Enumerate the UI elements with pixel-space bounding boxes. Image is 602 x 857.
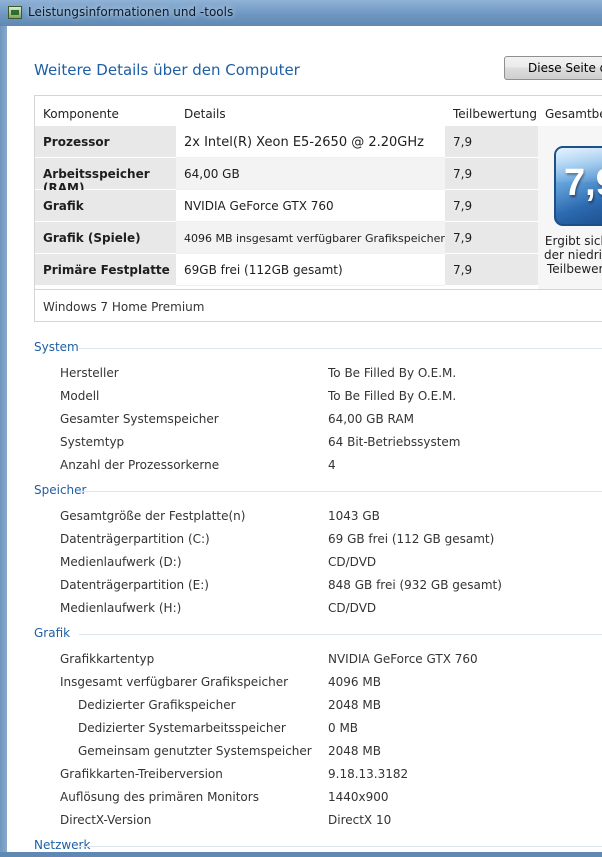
performance-app-icon bbox=[8, 6, 22, 19]
rating-table: Komponente Details Teilbewertung Gesamtb… bbox=[34, 95, 602, 322]
storage-partition-e-label: Datenträgerpartition (E:) bbox=[60, 578, 209, 592]
graphics-shared-memory-label: Gemeinsam genutzter Systemspeicher bbox=[78, 744, 312, 758]
section-system-title: System bbox=[34, 340, 602, 354]
storage-drive-h-label: Medienlaufwerk (H:) bbox=[60, 601, 182, 615]
graphics-driver-version-value: 9.18.13.3182 bbox=[328, 767, 409, 781]
section-network-title: Netzwerk bbox=[34, 838, 602, 852]
graphics-total-memory-label: Insgesamt verfügbarer Grafikspeicher bbox=[60, 675, 289, 689]
base-score-caption-line: Teilbewertung bbox=[546, 262, 602, 276]
storage-drive-h-value: CD/DVD bbox=[328, 601, 377, 615]
component-score: 7,9 bbox=[445, 158, 538, 190]
component-name: Prozessor bbox=[35, 126, 176, 158]
graphics-dedicated-system-memory-value: 0 MB bbox=[328, 721, 359, 735]
base-score-badge: 7,9 bbox=[554, 146, 602, 226]
system-manufacturer-label: Hersteller bbox=[60, 366, 119, 380]
system-memory-label: Gesamter Systemspeicher bbox=[60, 412, 219, 426]
os-edition: Windows 7 Home Premium bbox=[35, 289, 602, 322]
graphics-directx-value: DirectX 10 bbox=[328, 813, 392, 827]
storage-total-label: Gesamtgröße der Festplatte(n) bbox=[60, 509, 246, 523]
rating-row-gaming-graphics: Grafik (Spiele) 4096 MB insgesamt verfüg… bbox=[35, 222, 538, 254]
system-cores-label: Anzahl der Prozessorkerne bbox=[60, 458, 220, 472]
badge-shine bbox=[556, 148, 602, 183]
column-header-basescore: Gesamtbewertung bbox=[545, 107, 602, 121]
component-details: 4096 MB insgesamt verfügbarer Grafikspei… bbox=[176, 222, 445, 254]
graphics-shared-memory-value: 2048 MB bbox=[328, 744, 381, 758]
graphics-driver-version-label: Grafikkarten-Treiberversion bbox=[60, 767, 223, 781]
rating-row-memory: Arbeitsspeicher (RAM) 64,00 GB 7,9 bbox=[35, 158, 538, 195]
print-page-button[interactable]: Diese Seite drucken bbox=[504, 56, 602, 80]
storage-partition-c-label: Datenträgerpartition (C:) bbox=[60, 532, 210, 546]
window-title: Leistungsinformationen und -tools bbox=[28, 5, 234, 19]
component-details: NVIDIA GeForce GTX 760 bbox=[176, 190, 445, 222]
column-header-subscore: Teilbewertung bbox=[453, 107, 538, 121]
storage-drive-d-label: Medienlaufwerk (D:) bbox=[60, 555, 182, 569]
system-type-value: 64 Bit-Betriebssystem bbox=[328, 435, 461, 449]
component-name: Grafik bbox=[35, 190, 176, 222]
content-pane: Weitere Details über den Computer Diese … bbox=[7, 26, 602, 852]
window-frame-bottom bbox=[0, 852, 602, 857]
rating-row-processor: Prozessor 2x Intel(R) Xeon E5-2650 @ 2.2… bbox=[35, 126, 538, 158]
rating-row-hard-disk: Primäre Festplatte 69GB frei (112GB gesa… bbox=[35, 254, 538, 286]
component-name: Primäre Festplatte bbox=[35, 254, 176, 286]
column-header-details: Details bbox=[184, 107, 226, 121]
graphics-directx-label: DirectX-Version bbox=[60, 813, 152, 827]
graphics-card-type-label: Grafikkartentyp bbox=[60, 652, 155, 666]
storage-partition-e-value: 848 GB frei (932 GB gesamt) bbox=[328, 578, 502, 592]
component-details: 2x Intel(R) Xeon E5-2650 @ 2.20GHz bbox=[176, 126, 445, 158]
graphics-monitor-resolution-value: 1440x900 bbox=[328, 790, 389, 804]
storage-partition-c-value: 69 GB frei (112 GB gesamt) bbox=[328, 532, 495, 546]
storage-total-value: 1043 GB bbox=[328, 509, 380, 523]
system-cores-value: 4 bbox=[328, 458, 336, 472]
component-score: 7,9 bbox=[445, 126, 538, 158]
title-bar: Leistungsinformationen und -tools bbox=[0, 0, 602, 26]
component-name: Arbeitsspeicher (RAM) bbox=[35, 158, 176, 195]
system-manufacturer-value: To Be Filled By O.E.M. bbox=[328, 366, 457, 380]
page-heading: Weitere Details über den Computer bbox=[34, 61, 300, 79]
rating-row-graphics: Grafik NVIDIA GeForce GTX 760 7,9 bbox=[35, 190, 538, 222]
column-header-component: Komponente bbox=[43, 107, 119, 121]
base-score-caption: Ergibt sich aus der niedrigsten Teilbewe… bbox=[544, 234, 602, 276]
graphics-dedicated-system-memory-label: Dedizierter Systemarbeitsspeicher bbox=[78, 721, 286, 735]
graphics-monitor-resolution-label: Auflösung des primären Monitors bbox=[60, 790, 259, 804]
window-frame-left bbox=[0, 26, 7, 857]
base-score-panel: 7,9 Ergibt sich aus der niedrigsten Teil… bbox=[538, 126, 602, 289]
section-graphics-title: Grafik bbox=[34, 626, 602, 640]
component-score: 7,9 bbox=[445, 254, 538, 286]
system-model-value: To Be Filled By O.E.M. bbox=[328, 389, 457, 403]
graphics-total-memory-value: 4096 MB bbox=[328, 675, 381, 689]
component-score: 7,9 bbox=[445, 190, 538, 222]
component-name: Grafik (Spiele) bbox=[35, 222, 176, 254]
graphics-card-type-value: NVIDIA GeForce GTX 760 bbox=[328, 652, 478, 666]
base-score-caption-line: Ergibt sich aus bbox=[544, 234, 602, 248]
base-score-caption-line: der niedrigsten bbox=[544, 248, 602, 262]
component-details: 64,00 GB bbox=[176, 158, 445, 190]
storage-drive-d-value: CD/DVD bbox=[328, 555, 377, 569]
graphics-dedicated-memory-label: Dedizierter Grafikspeicher bbox=[78, 698, 236, 712]
component-score: 7,9 bbox=[445, 222, 538, 254]
section-storage-title: Speicher bbox=[34, 483, 602, 497]
component-details: 69GB frei (112GB gesamt) bbox=[176, 254, 445, 286]
graphics-dedicated-memory-value: 2048 MB bbox=[328, 698, 381, 712]
system-model-label: Modell bbox=[60, 389, 100, 403]
system-memory-value: 64,00 GB RAM bbox=[328, 412, 414, 426]
system-type-label: Systemtyp bbox=[60, 435, 125, 449]
